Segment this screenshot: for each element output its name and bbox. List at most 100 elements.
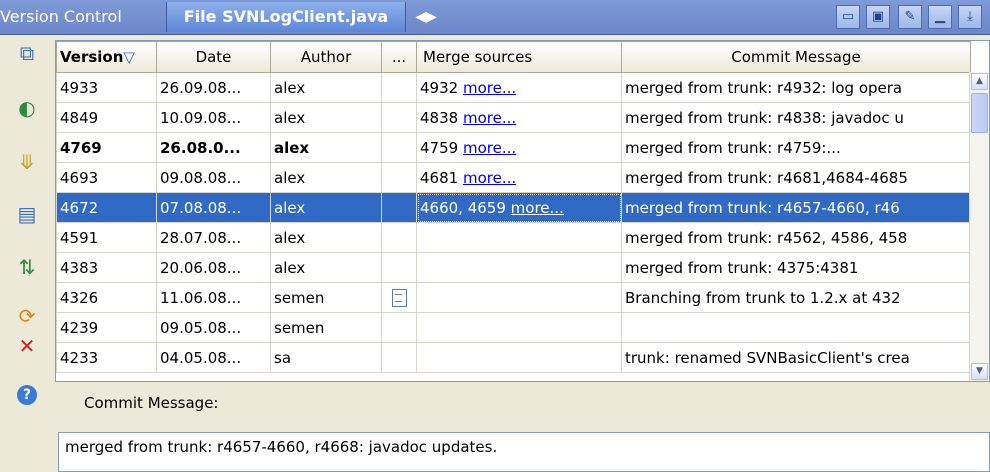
cell-merge-sources (416, 312, 622, 343)
cell-author: alex (270, 102, 382, 133)
dock-window-icon[interactable]: ▣ (866, 5, 890, 29)
float-window-icon[interactable]: ▭ (836, 5, 860, 29)
table-row[interactable]: 4383 20.06.08... alex merged from trunk:… (56, 252, 971, 283)
annotate-icon[interactable]: ▤ (14, 201, 40, 227)
vertical-scrollbar[interactable]: ▲ ▼ (969, 72, 989, 381)
cell-date: 11.06.08... (156, 282, 271, 313)
history-table: Version▽ Date Author ... Merge sources C… (55, 40, 990, 382)
cell-date: 09.08.08... (156, 162, 271, 193)
cell-version: 4849 (56, 102, 157, 133)
cell-version: 4591 (56, 222, 157, 253)
table-row[interactable]: 4933 26.09.08... alex 4932 more... merge… (56, 72, 971, 103)
scroll-down-icon[interactable]: ▼ (971, 363, 988, 380)
cell-author: sa (270, 342, 382, 373)
cell-commit-message: merged from trunk: r4681,4684-4685 (621, 162, 971, 193)
cell-version: 4326 (56, 282, 157, 313)
show-all-affected-icon[interactable]: ◐ (14, 95, 40, 121)
cell-extra (381, 72, 417, 103)
sort-descending-icon: ▽ (123, 48, 135, 66)
tab-version-control[interactable]: Version Control (0, 2, 165, 32)
table-row[interactable]: 4591 28.07.08... alex merged from trunk:… (56, 222, 971, 253)
hide-window-icon[interactable]: ⤓ (958, 5, 982, 29)
table-row[interactable]: 4849 10.09.08... alex 4838 more... merge… (56, 102, 971, 133)
cell-date: 04.05.08... (156, 342, 271, 373)
column-merge-sources[interactable]: Merge sources (416, 41, 622, 73)
tool-window-tabbar: Version Control File SVNLogClient.java H… (0, 0, 990, 56)
cell-date: 09.05.08... (156, 312, 271, 343)
cell-extra (381, 312, 417, 343)
table-row[interactable]: 4693 09.08.08... alex 4681 more... merge… (56, 162, 971, 193)
commit-message-label: Commit Message: (84, 394, 219, 412)
cell-version: 4672 (56, 192, 157, 223)
cell-merge-sources: 4932 more... (416, 72, 622, 103)
cell-merge-sources (416, 252, 622, 283)
cell-version: 4233 (56, 342, 157, 373)
cell-merge-sources: 4759 more... (416, 132, 622, 163)
table-header-row: Version▽ Date Author ... Merge sources C… (56, 41, 971, 73)
cell-author: alex (270, 132, 382, 163)
help-icon[interactable]: ? (14, 382, 40, 408)
cell-extra (381, 162, 417, 193)
copy-document-icon[interactable] (391, 288, 407, 307)
commit-message-field[interactable]: merged from trunk: r4657-4660, r4668: ja… (58, 432, 990, 472)
more-link[interactable]: more... (463, 139, 516, 157)
refresh-icon[interactable]: ⟳ (14, 303, 40, 329)
table-row[interactable]: 4769 26.08.0... alex 4759 more... merged… (56, 132, 971, 163)
cell-author: alex (270, 222, 382, 253)
scrollbar-thumb[interactable] (971, 93, 988, 133)
cell-extra (381, 342, 417, 373)
tab-scroll-arrows-icon[interactable]: ◀▶ (406, 2, 446, 32)
cell-author: alex (270, 72, 382, 103)
cell-version: 4933 (56, 72, 157, 103)
cell-date: 10.09.08... (156, 102, 271, 133)
cell-merge-sources (416, 342, 622, 373)
minimize-icon[interactable]: ▁ (928, 5, 952, 29)
column-version-label: Version (60, 48, 124, 66)
column-version[interactable]: Version▽ (56, 41, 157, 73)
cell-merge-sources: 4660, 4659 more... (416, 192, 622, 223)
merge-revisions: 4759 (420, 138, 459, 157)
cell-commit-message: merged from trunk: r4657-4660, r46 (621, 192, 971, 223)
cell-extra (381, 252, 417, 283)
cell-author: semen (270, 312, 382, 343)
table-row[interactable]: 4233 04.05.08... sa trunk: renamed SVNBa… (56, 342, 971, 373)
more-link[interactable]: more... (463, 109, 516, 127)
compare-icon[interactable]: ⧉ (14, 40, 40, 66)
column-extra[interactable]: ... (381, 41, 417, 73)
scroll-up-icon[interactable]: ▲ (971, 73, 988, 90)
table-row[interactable]: 4239 09.05.08... semen (56, 312, 971, 343)
column-commit-message[interactable]: Commit Message (621, 41, 971, 73)
cell-commit-message: trunk: renamed SVNBasicClient's crea (621, 342, 971, 373)
cell-date: 07.08.08... (156, 192, 271, 223)
cell-extra (381, 102, 417, 133)
cell-commit-message: merged from trunk: r4759:... (621, 132, 971, 163)
cell-commit-message: merged from trunk: r4838: javadoc u (621, 102, 971, 133)
pin-icon[interactable]: ✎ (898, 5, 922, 29)
compare-with-local-icon[interactable]: ⇅ (14, 254, 40, 280)
left-toolbar: ⧉ ◐ ⤋ ▤ ⇅ ⟳ ✕ ? (0, 35, 55, 472)
more-link[interactable]: more... (463, 79, 516, 97)
cell-merge-sources: 4838 more... (416, 102, 622, 133)
cell-date: 28.07.08... (156, 222, 271, 253)
more-link[interactable]: more... (463, 169, 516, 187)
cell-extra (381, 282, 417, 313)
cell-date: 26.08.0... (156, 132, 271, 163)
cell-commit-message: merged from trunk: 4375:4381 (621, 252, 971, 283)
cell-commit-message: merged from trunk: r4932: log opera (621, 72, 971, 103)
merge-revisions: 4660, 4659 (420, 198, 506, 217)
table-row-selected[interactable]: 4672 07.08.08... alex 4660, 4659 more...… (56, 192, 971, 223)
cell-merge-sources: 4681 more... (416, 162, 622, 193)
get-revision-icon[interactable]: ⤋ (14, 149, 40, 175)
tab-file-history[interactable]: File SVNLogClient.java History (166, 2, 406, 56)
table-row[interactable]: 4326 11.06.08... semen Branching from tr… (56, 282, 971, 313)
close-icon[interactable]: ✕ (14, 333, 40, 359)
cell-author: alex (270, 252, 382, 283)
column-date[interactable]: Date (156, 41, 271, 73)
more-link[interactable]: more... (511, 199, 564, 217)
cell-commit-message: merged from trunk: r4562, 4586, 458 (621, 222, 971, 253)
cell-merge-sources (416, 222, 622, 253)
merge-revisions: 4932 (420, 78, 459, 97)
cell-extra (381, 192, 417, 223)
cell-merge-sources (416, 282, 622, 313)
column-author[interactable]: Author (270, 41, 382, 73)
